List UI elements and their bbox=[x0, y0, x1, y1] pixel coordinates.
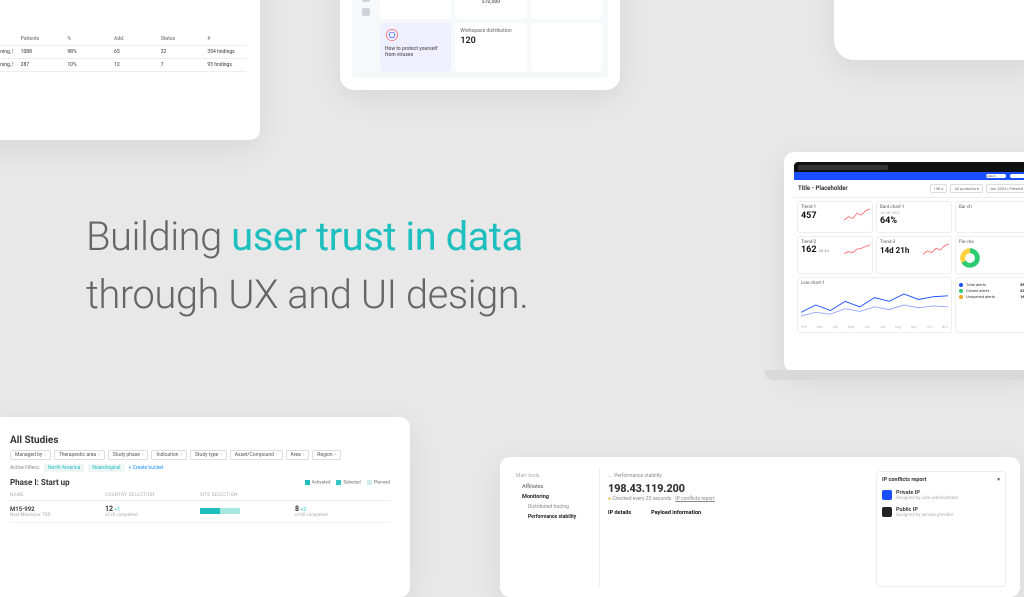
phase-heading: Phase I: Start up bbox=[10, 478, 70, 487]
filter-chip[interactable]: Indication bbox=[151, 450, 186, 460]
study-milestone: Next Milestone: TBD bbox=[10, 513, 105, 518]
sparkline-icon bbox=[844, 241, 870, 259]
nav-section-header: Main tools bbox=[516, 473, 593, 479]
ip-address: 198.43.119.200 bbox=[608, 482, 868, 495]
report-title: IP conflicts report bbox=[882, 477, 926, 483]
headline-accent: user trust in data bbox=[231, 213, 523, 260]
active-filters-label: Active Filters: bbox=[10, 465, 40, 471]
payload-header: Payload information bbox=[651, 510, 701, 516]
mockup-studies-panel: All Studies Managed by Therapeutic area … bbox=[0, 417, 410, 597]
filter-chip[interactable]: Study phase bbox=[108, 450, 149, 460]
ip-private-icon bbox=[882, 490, 892, 500]
sparkline-icon bbox=[844, 206, 870, 224]
ip-conflicts-report: IP conflicts report × Private IPAssigned… bbox=[876, 471, 1006, 587]
card-promo[interactable]: How to protect yourself from viruses bbox=[380, 23, 451, 72]
sidebar-icon[interactable] bbox=[362, 0, 370, 2]
tablet-sidebar bbox=[358, 0, 374, 72]
search-input[interactable] bbox=[798, 165, 888, 170]
chip-products[interactable]: All products ▾ bbox=[950, 184, 982, 193]
sidebar-icon[interactable] bbox=[362, 8, 370, 16]
legend-panel: Total alerts398 Closed alerts231 Unopene… bbox=[955, 277, 1024, 333]
filter-chip[interactable]: Therapeutic area bbox=[54, 450, 105, 460]
card-donut[interactable]: Money Distribution $10,000 bbox=[455, 0, 526, 19]
report-item[interactable]: Private IPAssigned by Linki administrato… bbox=[882, 487, 1000, 504]
filter-chip[interactable]: Region bbox=[312, 450, 341, 460]
card-workspace[interactable]: Workspace distribution 120 bbox=[455, 23, 526, 72]
nav-item-monitoring[interactable]: Monitoring bbox=[516, 492, 593, 502]
pie-icon bbox=[959, 247, 981, 269]
chip[interactable]: 130 s bbox=[930, 184, 948, 193]
filter-chip[interactable]: Area bbox=[286, 450, 310, 460]
line-chart-svg bbox=[801, 286, 948, 324]
nav-subitem-active[interactable]: Performance stability bbox=[516, 512, 593, 522]
filter-row: Managed by Therapeutic area Study phase … bbox=[10, 450, 390, 460]
breadcrumb[interactable]: ← Performance stability bbox=[608, 473, 868, 479]
mockup-monitoring-panel: Main tools Affiliates Monitoring Distrib… bbox=[500, 457, 1020, 597]
analytics-table: ics Name Patients % Add. Status # Intern… bbox=[0, 18, 252, 78]
ip-details-header: IP details bbox=[608, 510, 631, 516]
kpi-trend-1[interactable]: Trend-1 457 bbox=[797, 201, 873, 233]
filter-chip[interactable]: Asset/Compound bbox=[230, 450, 283, 460]
kpi-pie[interactable]: Pie cha bbox=[955, 236, 1024, 274]
card-physical-count[interactable]: Physical count 567 bbox=[380, 0, 451, 19]
mockup-dashboard-tablet: Physical count 567 Money Distribution $1… bbox=[340, 0, 620, 90]
card-profit[interactable]: Company Profit bbox=[531, 0, 602, 19]
ip-public-icon bbox=[882, 507, 892, 517]
sparkline-icon bbox=[923, 241, 949, 259]
ip-check-interval: Checked every 20 seconds bbox=[612, 496, 671, 502]
mockup-laptop-right: Links 6 Title - Placeholder 130 s All pr… bbox=[784, 152, 1024, 372]
laptop-base bbox=[764, 370, 1024, 380]
phase-legend: Activated Selected Planned bbox=[305, 480, 390, 486]
nav-subitem[interactable]: Distributed tracing bbox=[516, 502, 593, 512]
table-title: ics bbox=[0, 24, 246, 31]
laptop-tabbar: Links 6 bbox=[794, 172, 1024, 180]
shield-icon bbox=[385, 28, 399, 42]
main-headline: Building user trust in data through UX a… bbox=[86, 208, 528, 324]
tab[interactable] bbox=[1010, 174, 1024, 178]
kpi-trend-2[interactable]: Trend-2 16235.4% bbox=[797, 236, 873, 274]
studies-heading: All Studies bbox=[10, 435, 390, 446]
kpi-bard-1[interactable]: Bard chart-1 16.3K, 36% 64% bbox=[876, 201, 952, 233]
chip-daterange[interactable]: Jun 2023 | Present ▾ bbox=[986, 184, 1024, 193]
kpi-line-chart[interactable]: Line chart-1 Feb Mar Apr May Jun Jul Aug… bbox=[797, 277, 952, 333]
nav-item[interactable]: Affiliates bbox=[516, 482, 593, 492]
create-bucket-link[interactable]: + Create bucket bbox=[129, 465, 164, 471]
active-filter-tag[interactable]: North America bbox=[44, 464, 84, 472]
laptop-topbar bbox=[794, 162, 1024, 172]
headline-pre: Building bbox=[86, 213, 231, 260]
line-chart-svg bbox=[0, 0, 244, 2]
study-row[interactable]: M15-992 Next Milestone: TBD 12 +1 of 20 … bbox=[10, 501, 390, 523]
study-name: M15-992 bbox=[10, 506, 105, 513]
mockup-phone-top-right: Investments 01:24 pm + $60 bbox=[834, 0, 1024, 60]
table-header: Name Patients % Add. Status # bbox=[0, 33, 246, 46]
active-filter-tag[interactable]: Nuerological bbox=[88, 464, 124, 472]
studies-table-header: NAME COUNTRY SELECTION SITE SELECTION bbox=[10, 491, 390, 501]
page-title: Title - Placeholder bbox=[798, 185, 848, 192]
line-chart: March 01, 2023 36% 29% bbox=[0, 0, 252, 18]
table-row[interactable]: Internal Training, Session 3 287 10% 12 … bbox=[0, 59, 246, 72]
card-empty bbox=[531, 23, 602, 72]
mockup-analytics-top-left: March 01, 2023 36% 29% ics Name Patients… bbox=[0, 0, 260, 140]
kpi-trend-3[interactable]: Trend-3 14d 21h bbox=[876, 236, 952, 274]
ip-conflicts-link[interactable]: IP conflicts report bbox=[675, 496, 715, 502]
kpi-bar-ch[interactable]: Bar ch bbox=[955, 201, 1024, 233]
filter-chip[interactable]: Study type bbox=[190, 450, 227, 460]
table-row[interactable]: Internal Training, Session 2 1088 98% 65… bbox=[0, 46, 246, 59]
headline-post: through UX and UI design. bbox=[86, 271, 528, 318]
close-icon[interactable]: × bbox=[997, 477, 1000, 483]
filter-chip[interactable]: Managed by bbox=[10, 450, 51, 460]
report-item[interactable]: Public IPAssigned by service provider bbox=[882, 504, 1000, 521]
monitoring-nav: Main tools Affiliates Monitoring Distrib… bbox=[510, 467, 600, 587]
tab-links[interactable]: Links 6 bbox=[986, 174, 1006, 178]
